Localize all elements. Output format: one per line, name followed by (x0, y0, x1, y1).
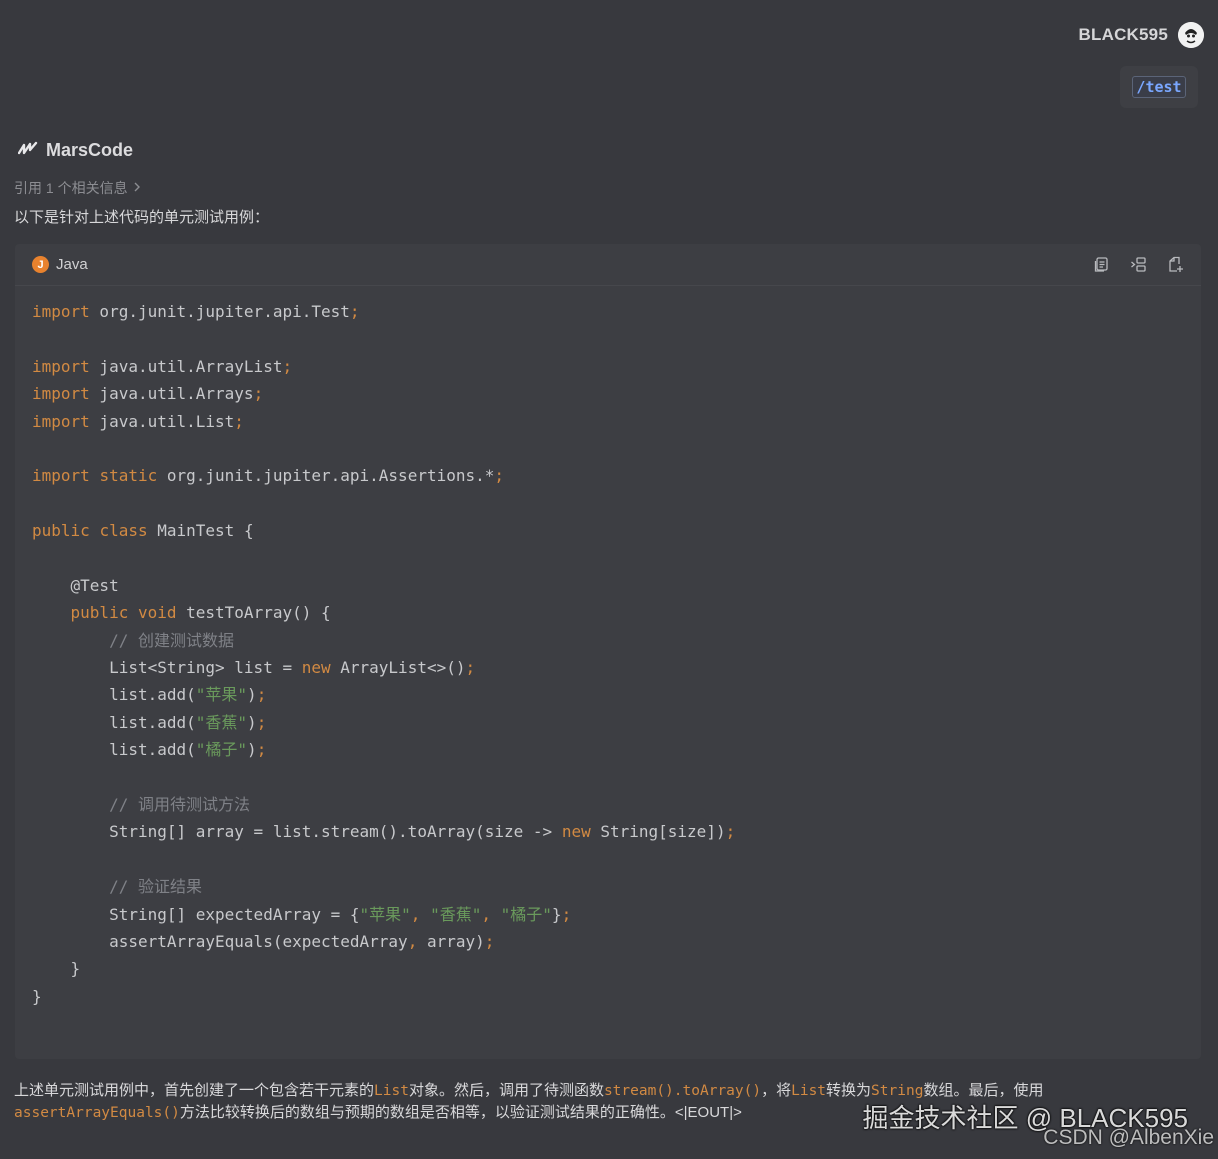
chevron-right-icon (132, 180, 142, 196)
code-line: // 调用待测试方法 (109, 795, 250, 815)
code-line: String[] expectedArray = {"苹果", "香蕉", "橘… (32, 904, 572, 924)
code-header: J Java (15, 244, 1201, 286)
reference-link[interactable]: 引用 1 个相关信息 (14, 178, 142, 198)
code-line: list.add("橘子"); (32, 740, 267, 760)
java-icon: J (32, 256, 49, 273)
code-line: import java.util.Arrays; (32, 384, 264, 404)
code-line: public void testToArray() { (70, 603, 331, 623)
language-name: Java (56, 256, 88, 273)
code-line: List<String> list = new ArrayList<>(); (32, 658, 476, 678)
code-line: String[] array = list.stream().toArray(s… (32, 822, 736, 842)
intro-text: 以下是针对上述代码的单元测试用例： (14, 209, 270, 226)
assistant-name: MarsCode (46, 140, 134, 160)
code-line: import org.junit.jupiter.api.Test; (32, 302, 360, 321)
inline-code: String (871, 1083, 924, 1099)
code-line: import static org.junit.jupiter.api.Asse… (32, 466, 505, 486)
code-line: // 验证结果 (109, 877, 202, 897)
code-content: import org.junit.jupiter.api.Test; impor… (15, 286, 1201, 1010)
summary-part: 转换为 (826, 1082, 872, 1099)
code-line: assertArrayEquals(expectedArray, array); (32, 931, 495, 951)
avatar[interactable] (1178, 22, 1204, 48)
watermark-secondary: CSDN @AlbenXie (1043, 1126, 1214, 1149)
reference-label: 引用 1 个相关信息 (14, 180, 128, 196)
marscode-logo-icon (17, 141, 38, 160)
summary-part: 数组。最后，使用 (923, 1082, 1044, 1099)
new-file-icon[interactable] (1166, 255, 1185, 274)
code-block: J Java import org.junit.jupiter.api.Test… (15, 244, 1201, 1059)
code-line: list.add("香蕉"); (32, 712, 267, 732)
inline-code: assertArrayEquals() (14, 1105, 180, 1121)
code-line: @Test (32, 575, 119, 595)
code-line: import java.util.List; (32, 411, 244, 431)
code-line: public class MainTest { (32, 521, 254, 541)
language-label: J Java (32, 256, 88, 273)
insert-icon[interactable] (1129, 255, 1148, 274)
summary-part: ，将 (761, 1082, 792, 1099)
username: BLACK595 (1078, 25, 1168, 44)
code-toolbar (1092, 255, 1185, 274)
summary-part: 对象。然后，调用了待测函数 (408, 1082, 604, 1099)
summary-part: 方法比较转换后的数组与预期的数组是否相等，以验证测试结果的正确性。<|EOUT|… (179, 1104, 742, 1121)
inline-code: List (791, 1083, 827, 1099)
user-header: BLACK595 (1079, 22, 1204, 48)
code-line: } (32, 959, 81, 979)
copy-icon[interactable] (1092, 255, 1111, 274)
code-line: import java.util.ArrayList; (32, 356, 293, 376)
chat-page: BLACK595 /test MarsCode 引用 1 个相关信息 以下是针对… (0, 0, 1218, 1159)
assistant-header: MarsCode (17, 140, 134, 161)
code-line: list.add("苹果"); (32, 685, 267, 705)
command-chip[interactable]: /test (1132, 76, 1186, 98)
inline-code: List (374, 1083, 409, 1099)
user-message: /test (1120, 66, 1198, 108)
code-line: } (32, 986, 42, 1006)
code-line: // 创建测试数据 (109, 630, 234, 650)
inline-code: stream().toArray() (603, 1083, 762, 1099)
summary-part: 上述单元测试用例中，首先创建了一个包含若干元素的 (14, 1082, 375, 1099)
